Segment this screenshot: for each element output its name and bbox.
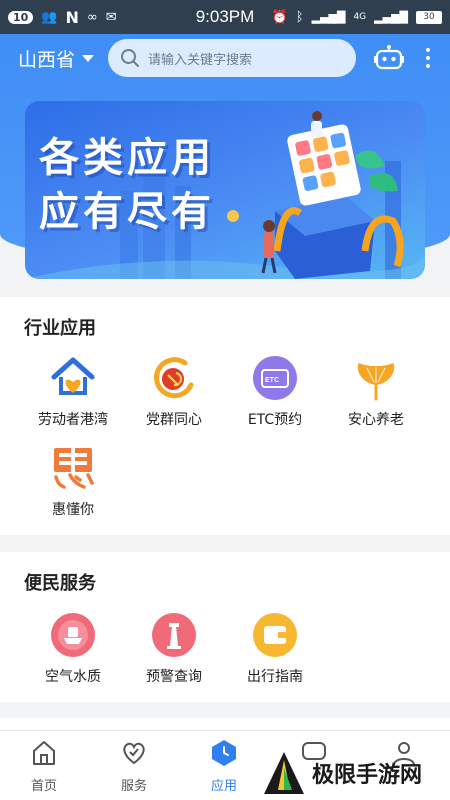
tab-label: 首页 bbox=[30, 779, 57, 794]
wallet-icon bbox=[252, 612, 298, 658]
link-icon: ∞ bbox=[86, 9, 98, 25]
heart-icon bbox=[123, 742, 145, 765]
etc-card-icon: ETC bbox=[252, 355, 298, 401]
mail-icon: ✉ bbox=[105, 9, 117, 25]
app-label: 劳动者港湾 bbox=[38, 412, 108, 428]
app-label: 安心养老 bbox=[348, 412, 404, 428]
lighthouse-icon bbox=[151, 612, 197, 658]
top-bar: 山西省 请输入关键字搜索 bbox=[0, 34, 450, 82]
app-worker-harbor[interactable]: 劳动者港湾 bbox=[23, 355, 123, 429]
province-selector[interactable]: 山西省 bbox=[18, 45, 95, 72]
svg-text:ETC: ETC bbox=[265, 377, 279, 384]
battery-icon: 30 bbox=[416, 10, 442, 24]
app-travel-guide[interactable]: 出行指南 bbox=[225, 612, 325, 686]
industry-apps-section: 行业应用 劳动者港湾 党群同心 ETC ETC预约 安心养老 惠懂你 bbox=[0, 297, 450, 535]
home-icon bbox=[33, 741, 55, 765]
notification-count-badge: 10 bbox=[8, 10, 34, 24]
ginkgo-leaf-icon bbox=[353, 355, 399, 401]
banner-slogan: 各类应用 应有尽有 bbox=[39, 131, 215, 239]
air-water-icon bbox=[50, 612, 96, 658]
search-icon bbox=[121, 49, 140, 67]
worker-harbor-icon bbox=[50, 355, 96, 401]
banner-line-1: 各类应用 bbox=[39, 135, 215, 181]
app-label: 预警查询 bbox=[146, 669, 202, 685]
app-air-water[interactable]: 空气水质 bbox=[23, 612, 123, 686]
caret-down-icon bbox=[82, 54, 95, 62]
search-input[interactable]: 请输入关键字搜索 bbox=[108, 39, 357, 77]
more-menu-icon[interactable] bbox=[426, 48, 431, 68]
app-elderly-care[interactable]: 安心养老 bbox=[326, 355, 426, 429]
app-label: 空气水质 bbox=[45, 669, 101, 685]
promo-banner[interactable]: 各类应用 应有尽有 bbox=[25, 101, 425, 279]
status-bar: 10 👥 N ∞ ✉ 9:03PM ⏰ ᛒ ▂▄▆█ 4G ▂▄▆█ 30 bbox=[0, 0, 450, 34]
app-label: 党群同心 bbox=[146, 412, 202, 428]
app-label: 出行指南 bbox=[247, 669, 303, 685]
app-label: 惠懂你 bbox=[52, 502, 94, 518]
banner-line-2: 应有尽有 bbox=[39, 189, 215, 235]
tab-label: 应用 bbox=[210, 779, 237, 794]
watermark-logo-icon bbox=[264, 752, 304, 794]
section-title-convenience: 便民服务 bbox=[24, 573, 96, 594]
tab-apps[interactable]: 应用 bbox=[194, 739, 254, 794]
contacts-icon: 👥 bbox=[41, 9, 58, 25]
next-section-edge bbox=[0, 718, 450, 730]
app-party-unity[interactable]: 党群同心 bbox=[124, 355, 224, 429]
alarm-icon: ⏰ bbox=[271, 9, 288, 25]
province-label: 山西省 bbox=[18, 48, 76, 71]
signal-icon: ▂▄▆█ bbox=[311, 10, 346, 24]
network-type: 4G bbox=[353, 12, 367, 22]
tab-services[interactable]: 服务 bbox=[104, 739, 164, 794]
signal-icon-2: ▂▄▆█ bbox=[374, 10, 408, 24]
site-watermark: 极限手游网 bbox=[262, 746, 450, 800]
n-app-icon: N bbox=[65, 7, 79, 27]
tab-home[interactable]: 首页 bbox=[14, 739, 74, 794]
clock: 9:03PM bbox=[195, 7, 255, 26]
hui-character-icon bbox=[50, 445, 96, 491]
app-hui-dong-ni[interactable]: 惠懂你 bbox=[23, 445, 123, 519]
app-label: ETC预约 bbox=[247, 412, 303, 428]
tab-label: 服务 bbox=[120, 779, 147, 794]
section-title-industry: 行业应用 bbox=[24, 318, 96, 339]
convenience-services-section: 便民服务 空气水质 预警查询 出行指南 bbox=[0, 552, 450, 702]
search-placeholder: 请输入关键字搜索 bbox=[148, 52, 253, 68]
bluetooth-icon: ᛒ bbox=[295, 9, 304, 25]
app-warning-query[interactable]: 预警查询 bbox=[124, 612, 224, 686]
app-hexagon-icon bbox=[212, 740, 236, 766]
robot-assistant-icon[interactable] bbox=[374, 45, 405, 71]
watermark-text: 极限手游网 bbox=[312, 762, 423, 788]
party-emblem-icon bbox=[151, 355, 197, 401]
app-etc-booking[interactable]: ETC ETC预约 bbox=[225, 355, 325, 429]
